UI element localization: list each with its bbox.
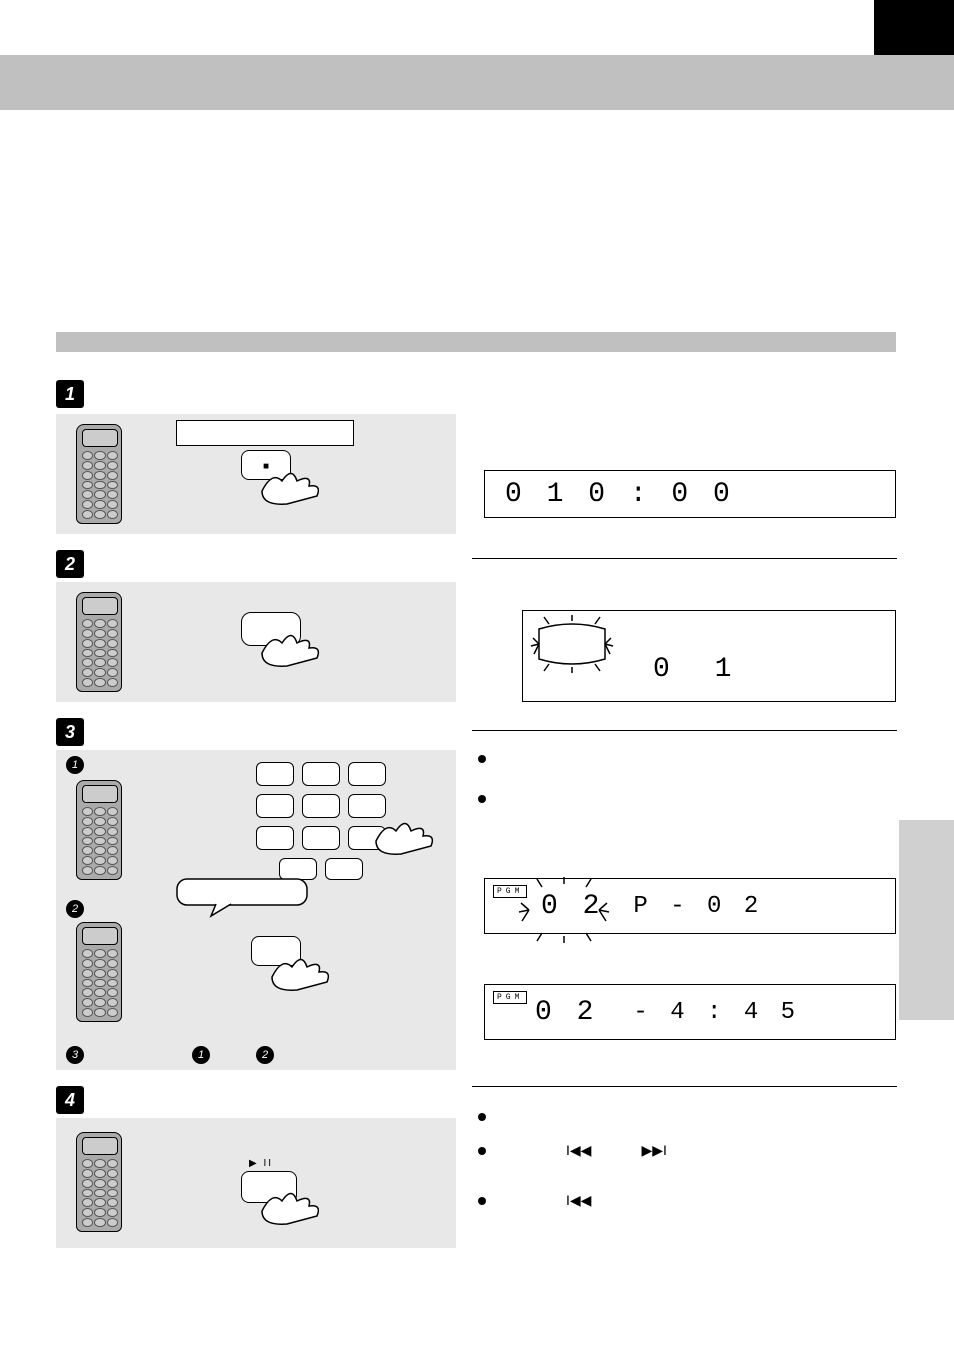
remote-illustration: [76, 592, 122, 692]
substep-3: 3: [66, 1046, 84, 1064]
substep-2: 2: [66, 900, 84, 918]
lcd-display-2: 0 1: [522, 610, 896, 702]
hand-icon: [237, 618, 327, 668]
lcd-prog: P - 0 2: [633, 893, 762, 920]
step-number-2: 2: [56, 550, 84, 578]
play-pause-button-illustration: ▶ II: [241, 1158, 297, 1203]
lcd-display-3: PGM 0 2 P - 0 2: [484, 878, 896, 934]
page-header-bar: [0, 55, 954, 110]
separator: [472, 558, 897, 559]
prev-icon: I◀◀: [566, 1192, 591, 1209]
substep-ref-1: 1: [192, 1046, 210, 1064]
starburst-icon: [529, 614, 619, 674]
label-box: [176, 420, 354, 446]
side-tab: [899, 820, 954, 1020]
play-pause-icon: ▶ II: [249, 1158, 297, 1169]
next-icon: ▶▶I: [641, 1142, 666, 1159]
instruction-box-4: ▶ II: [56, 1118, 456, 1248]
lcd-track: 0 2: [535, 997, 597, 1028]
bullet-icon: [478, 1147, 486, 1155]
number-pad-illustration: [256, 762, 386, 880]
remote-illustration: [76, 424, 122, 524]
lcd-text: 0 1 0 : 0 0: [505, 479, 734, 510]
hand-icon: [237, 1176, 327, 1226]
instruction-box-1: ■: [56, 414, 456, 534]
hand-icon: [237, 456, 327, 506]
bullet-icon: [478, 755, 486, 763]
substep-1: 1: [66, 756, 84, 774]
instruction-box-3: 1 2: [56, 750, 456, 1070]
pgm-indicator: PGM: [493, 991, 527, 1004]
separator: [472, 1086, 897, 1087]
bullet-item: [478, 750, 496, 763]
remote-illustration: [76, 922, 122, 1022]
remote-illustration: [76, 1132, 122, 1232]
starburst-icon: [517, 875, 617, 945]
bullet-item: I◀◀: [478, 1192, 591, 1209]
lcd-display-4: PGM 0 2 - 4 : 4 5: [484, 984, 896, 1040]
bullet-icon: [478, 795, 486, 803]
lcd-time: - 4 : 4 5: [633, 999, 799, 1026]
remote-illustration: [76, 780, 122, 880]
hand-icon: [366, 806, 456, 866]
speech-bubble: [176, 878, 326, 918]
bullet-item: I◀◀ ▶▶I: [478, 1142, 667, 1159]
instruction-box-2: [56, 582, 456, 702]
bullet-item: [478, 790, 496, 803]
lcd-text: 0 1: [653, 654, 745, 685]
step-number-4: 4: [56, 1086, 84, 1114]
lcd-display-1: 0 1 0 : 0 0: [484, 470, 896, 518]
hand-icon: [247, 942, 337, 992]
separator: [472, 730, 897, 731]
stop-button-illustration: ■: [241, 450, 291, 480]
page-corner-tab: [874, 0, 954, 55]
substep-ref-2: 2: [256, 1046, 274, 1064]
button-illustration: [251, 936, 301, 966]
bullet-icon: [478, 1197, 486, 1205]
prev-icon: I◀◀: [566, 1142, 591, 1159]
section-subheader-bar: [56, 332, 896, 352]
button-illustration: [241, 612, 301, 646]
bullet-icon: [478, 1113, 486, 1121]
bullet-item: [478, 1108, 496, 1121]
step-number-3: 3: [56, 718, 84, 746]
step-number-1: 1: [56, 380, 84, 408]
